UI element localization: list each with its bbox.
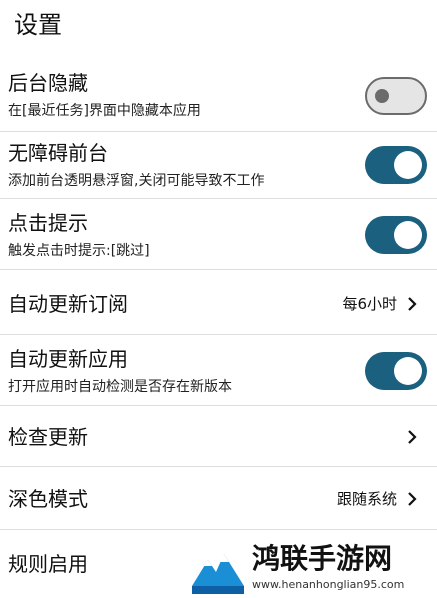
chevron-right-icon — [408, 492, 417, 506]
setting-click-hint[interactable]: 点击提示 触发点击时提示:[跳过] — [0, 200, 437, 270]
accessibility-toggle[interactable] — [365, 146, 427, 184]
toggle-knob — [375, 89, 389, 103]
hide-background-toggle[interactable] — [365, 77, 427, 115]
setting-description: 触发点击时提示:[跳过] — [8, 243, 150, 259]
chevron-right-icon — [408, 297, 417, 311]
setting-description: 打开应用时自动检测是否存在新版本 — [8, 379, 232, 395]
click-hint-toggle[interactable] — [365, 216, 427, 254]
auto-update-app-toggle[interactable] — [365, 352, 427, 390]
setting-label: 深色模式 — [8, 487, 88, 511]
toggle-knob — [394, 221, 422, 249]
setting-label: 点击提示 — [8, 211, 88, 235]
setting-hide-background[interactable]: 后台隐藏 在[最近任务]界面中隐藏本应用 — [0, 60, 437, 132]
toggle-knob — [394, 151, 422, 179]
setting-label: 自动更新应用 — [8, 347, 128, 371]
watermark: 鸿联手游网 www.henanhonglian95.com — [190, 540, 437, 598]
toggle-knob — [394, 357, 422, 385]
watermark-url: www.henanhonglian95.com — [252, 578, 405, 591]
setting-check-update[interactable]: 检查更新 — [0, 407, 437, 467]
setting-label: 规则启用 — [8, 552, 88, 576]
setting-value: 每6小时 — [342, 295, 397, 313]
setting-auto-update-app[interactable]: 自动更新应用 打开应用时自动检测是否存在新版本 — [0, 336, 437, 406]
setting-accessibility[interactable]: 无障碍前台 添加前台透明悬浮窗,关闭可能导致不工作 — [0, 133, 437, 199]
setting-description: 在[最近任务]界面中隐藏本应用 — [8, 103, 201, 119]
setting-dark-mode[interactable]: 深色模式 跟随系统 — [0, 468, 437, 530]
setting-description: 添加前台透明悬浮窗,关闭可能导致不工作 — [8, 173, 265, 189]
setting-auto-update-subscription[interactable]: 自动更新订阅 每6小时 — [0, 271, 437, 335]
setting-label: 自动更新订阅 — [8, 292, 128, 316]
setting-value: 跟随系统 — [336, 490, 397, 508]
watermark-name: 鸿联手游网 — [252, 542, 393, 575]
setting-label: 检查更新 — [8, 425, 88, 449]
setting-label: 无障碍前台 — [8, 141, 108, 165]
page-title: 设置 — [14, 11, 62, 39]
chevron-right-icon — [408, 430, 417, 444]
watermark-logo-icon — [190, 540, 246, 596]
setting-label: 后台隐藏 — [8, 71, 88, 95]
